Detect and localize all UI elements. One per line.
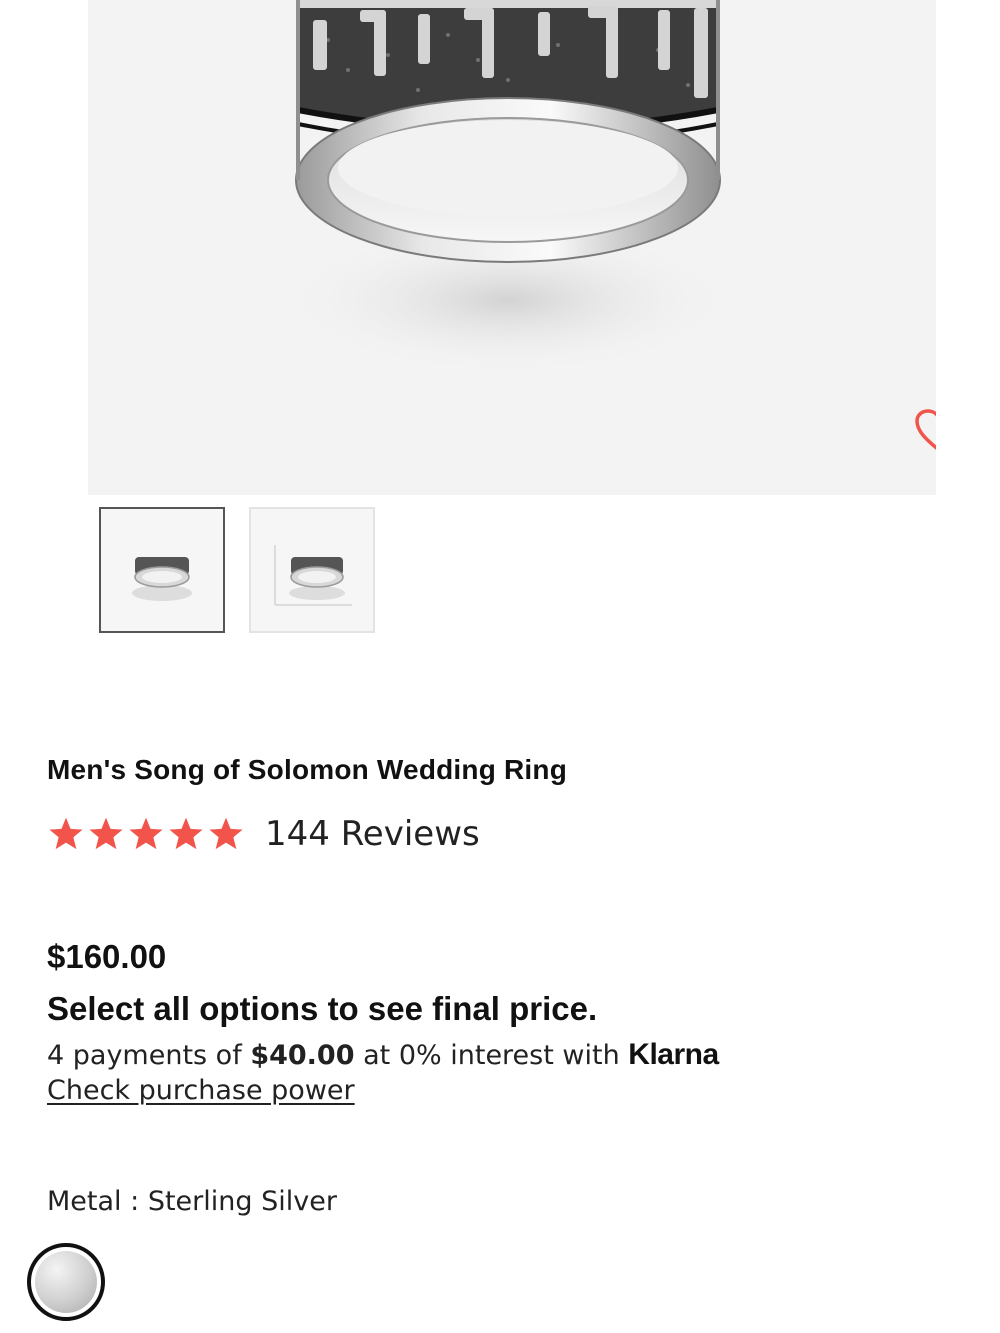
price-note: Select all options to see final price.: [47, 990, 598, 1027]
ring-illustration: [278, 0, 738, 375]
klarna-prefix: 4 payments of: [47, 1040, 242, 1071]
klarna-payment-info: 4 payments of $40.00 at 0% interest with…: [47, 1038, 719, 1072]
klarna-suffix: at 0% interest with: [363, 1040, 620, 1071]
klarna-amount: $40.00: [250, 1040, 355, 1071]
product-main-image[interactable]: [88, 0, 936, 495]
star-icon: [89, 817, 123, 850]
star-icon: [169, 817, 203, 850]
product-title: Men's Song of Solomon Wedding Ring: [47, 754, 568, 785]
metal-swatch-sterling-silver[interactable]: [27, 1243, 105, 1321]
ring-thumbnail-image: [132, 557, 192, 601]
star-icon: [49, 817, 83, 850]
ring-size-thumbnail-image: [274, 545, 352, 606]
metal-value: Sterling Silver: [147, 1186, 337, 1217]
favorite-button[interactable]: [910, 404, 936, 458]
star-icon: [209, 817, 243, 850]
metal-option-label: Metal : Sterling Silver: [47, 1186, 337, 1217]
thumbnail-1[interactable]: [99, 507, 225, 633]
rating-row[interactable]: 144 Reviews: [47, 814, 480, 854]
thumbnail-strip: [99, 507, 375, 633]
klarna-logo: Klarna: [628, 1038, 719, 1071]
heart-outline-icon: [915, 409, 936, 450]
metal-label: Metal :: [47, 1186, 140, 1217]
reviews-link[interactable]: 144 Reviews: [265, 814, 480, 854]
star-rating: [47, 816, 245, 852]
product-price: $160.00: [47, 938, 167, 975]
swatch-fill: [35, 1251, 97, 1313]
thumbnail-2[interactable]: [249, 507, 375, 633]
check-purchase-power-link[interactable]: Check purchase power: [47, 1075, 355, 1106]
star-icon: [129, 817, 163, 850]
